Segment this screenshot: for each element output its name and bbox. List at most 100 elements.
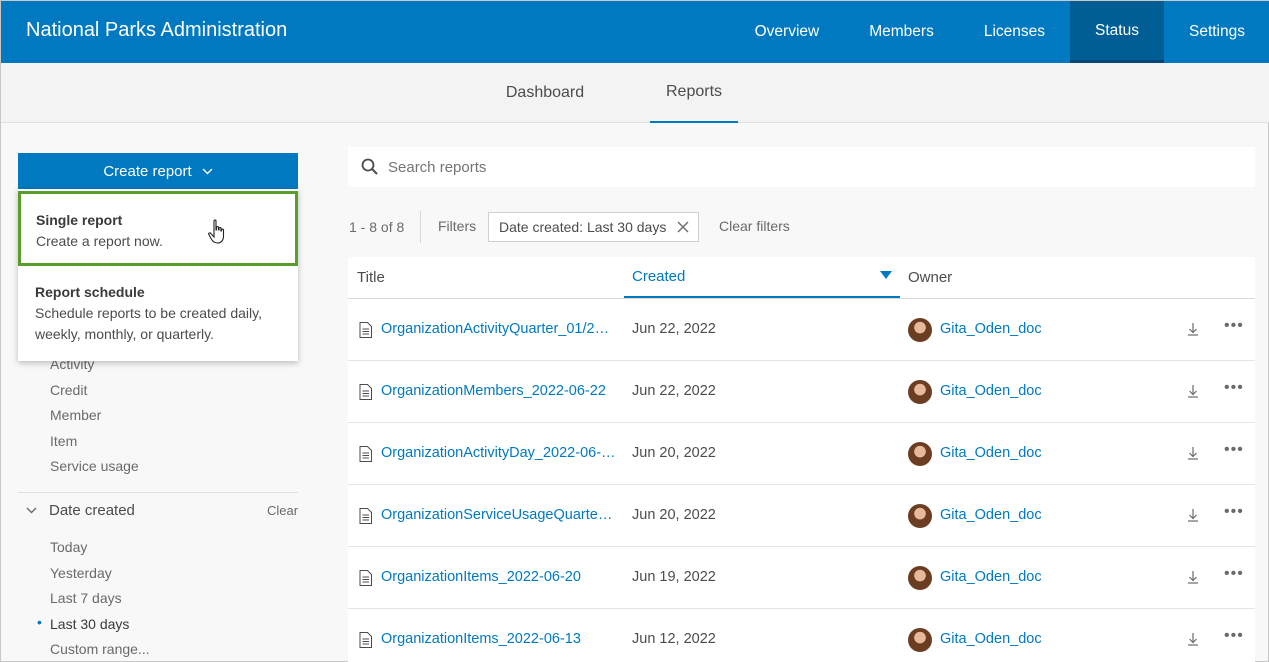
search-icon [361,158,378,175]
chevron-down-icon [26,505,37,517]
avatar [908,380,932,404]
avatar [908,442,932,466]
date-last-7-days[interactable]: Last 7 days [50,590,122,606]
report-title-link[interactable]: OrganizationActivityQuarter_01/2… [381,321,617,337]
owner-link[interactable]: Gita_Oden_doc [940,383,1042,399]
clear-date-filter-link[interactable]: Clear [267,503,298,518]
filter-separator [420,211,421,243]
report-title-link[interactable]: OrganizationServiceUsageQuarter… [381,507,617,523]
more-options-icon[interactable]: ••• [1224,317,1244,335]
filter-service-usage[interactable]: Service usage [50,458,139,474]
create-report-button[interactable]: Create report [18,153,298,189]
date-today[interactable]: Today [50,539,87,555]
tab-reports[interactable]: Reports [650,63,738,123]
chevron-down-icon [202,166,213,178]
report-created-date: Jun 20, 2022 [632,507,716,523]
sort-descending-icon [880,271,892,279]
nav-status[interactable]: Status [1070,1,1164,63]
nav-licenses[interactable]: Licenses [959,1,1070,63]
filter-member[interactable]: Member [50,407,101,423]
owner-link[interactable]: Gita_Oden_doc [940,445,1042,461]
avatar [908,628,932,652]
table-row[interactable]: OrganizationItems_2022-06-20 Jun 19, 2022… [348,547,1255,609]
single-report-title: Single report [36,212,123,228]
report-title-link[interactable]: OrganizationMembers_2022-06-22 [381,383,617,399]
date-custom-range[interactable]: Custom range... [50,641,150,657]
filter-item[interactable]: Item [50,433,77,449]
download-icon[interactable] [1186,631,1200,647]
report-created-date: Jun 12, 2022 [632,631,716,647]
org-name[interactable]: National Parks Administration [26,19,287,42]
owner-link[interactable]: Gita_Oden_doc [940,321,1042,337]
document-icon [359,446,372,462]
avatar [908,318,932,342]
close-icon[interactable] [677,221,689,233]
column-created-label: Created [632,268,686,285]
date-yesterday[interactable]: Yesterday [50,565,112,581]
create-report-menu: Single report Create a report now. Repor… [18,189,298,361]
document-icon [359,570,372,586]
filters-label: Filters [438,218,477,234]
date-created-heading: Date created [49,502,135,519]
create-report-label: Create report [103,162,192,180]
column-created[interactable]: Created [624,257,900,298]
result-count: 1 - 8 of 8 [349,219,405,235]
download-icon[interactable] [1186,445,1200,461]
download-icon[interactable] [1186,507,1200,523]
download-icon[interactable] [1186,569,1200,585]
report-created-date: Jun 19, 2022 [632,569,716,585]
table-row[interactable]: OrganizationActivityDay_2022-06-… Jun 20,… [348,423,1255,485]
report-title-link[interactable]: OrganizationItems_2022-06-20 [381,569,617,585]
single-report-desc: Create a report now. [36,233,163,249]
report-created-date: Jun 22, 2022 [632,383,716,399]
report-schedule-desc: Schedule reports to be created daily, we… [35,305,262,342]
report-schedule-option[interactable]: Report schedule Schedule reports to be c… [18,273,298,353]
filter-credit[interactable]: Credit [50,382,87,398]
report-created-date: Jun 20, 2022 [632,445,716,461]
document-icon [359,508,372,524]
hand-cursor-icon [208,219,225,244]
owner-link[interactable]: Gita_Oden_doc [940,631,1042,647]
date-created-section-toggle[interactable]: Date created [26,502,135,519]
search-input[interactable] [388,155,1228,179]
column-title[interactable]: Title [357,257,385,298]
download-icon[interactable] [1186,383,1200,399]
report-title-link[interactable]: OrganizationItems_2022-06-13 [381,631,617,647]
table-row[interactable]: OrganizationServiceUsageQuarter… Jun 20, … [348,485,1255,547]
more-options-icon[interactable]: ••• [1224,503,1244,521]
more-options-icon[interactable]: ••• [1224,627,1244,645]
download-icon[interactable] [1186,321,1200,337]
avatar [908,566,932,590]
top-nav: Overview Members Licenses Status Setting… [730,1,1269,63]
document-icon [359,384,372,400]
single-report-option[interactable]: Single report Create a report now. [18,191,298,266]
date-filter-chip[interactable]: Date created: Last 30 days [488,212,699,242]
clear-filters-link[interactable]: Clear filters [719,218,790,234]
top-header: National Parks Administration Overview M… [1,1,1269,63]
search-bar [348,147,1255,187]
nav-members[interactable]: Members [844,1,959,63]
nav-settings[interactable]: Settings [1164,1,1269,63]
nav-overview[interactable]: Overview [730,1,845,63]
sidebar-divider [18,492,298,493]
document-icon [359,632,372,648]
more-options-icon[interactable]: ••• [1224,565,1244,583]
table-row[interactable]: OrganizationMembers_2022-06-22 Jun 22, 20… [348,361,1255,423]
tab-dashboard[interactable]: Dashboard [490,63,600,123]
table-row[interactable]: OrganizationActivityQuarter_01/2… Jun 22,… [348,299,1255,361]
date-filter-chip-label: Date created: Last 30 days [499,219,667,235]
more-options-icon[interactable]: ••• [1224,379,1244,397]
table-row[interactable]: OrganizationItems_2022-06-13 Jun 12, 2022… [348,609,1255,662]
more-options-icon[interactable]: ••• [1224,441,1244,459]
document-icon [359,322,372,338]
date-last-30-days[interactable]: Last 30 days [50,616,129,632]
report-schedule-title: Report schedule [35,284,145,300]
report-title-link[interactable]: OrganizationActivityDay_2022-06-… [381,445,617,461]
reports-table: Title Created Owner OrganizationActivity… [348,257,1255,662]
owner-link[interactable]: Gita_Oden_doc [940,507,1042,523]
selected-bullet: • [37,614,42,630]
sub-tabs: Dashboard Reports [1,63,1269,123]
column-owner[interactable]: Owner [908,257,952,298]
owner-link[interactable]: Gita_Oden_doc [940,569,1042,585]
report-created-date: Jun 22, 2022 [632,321,716,337]
